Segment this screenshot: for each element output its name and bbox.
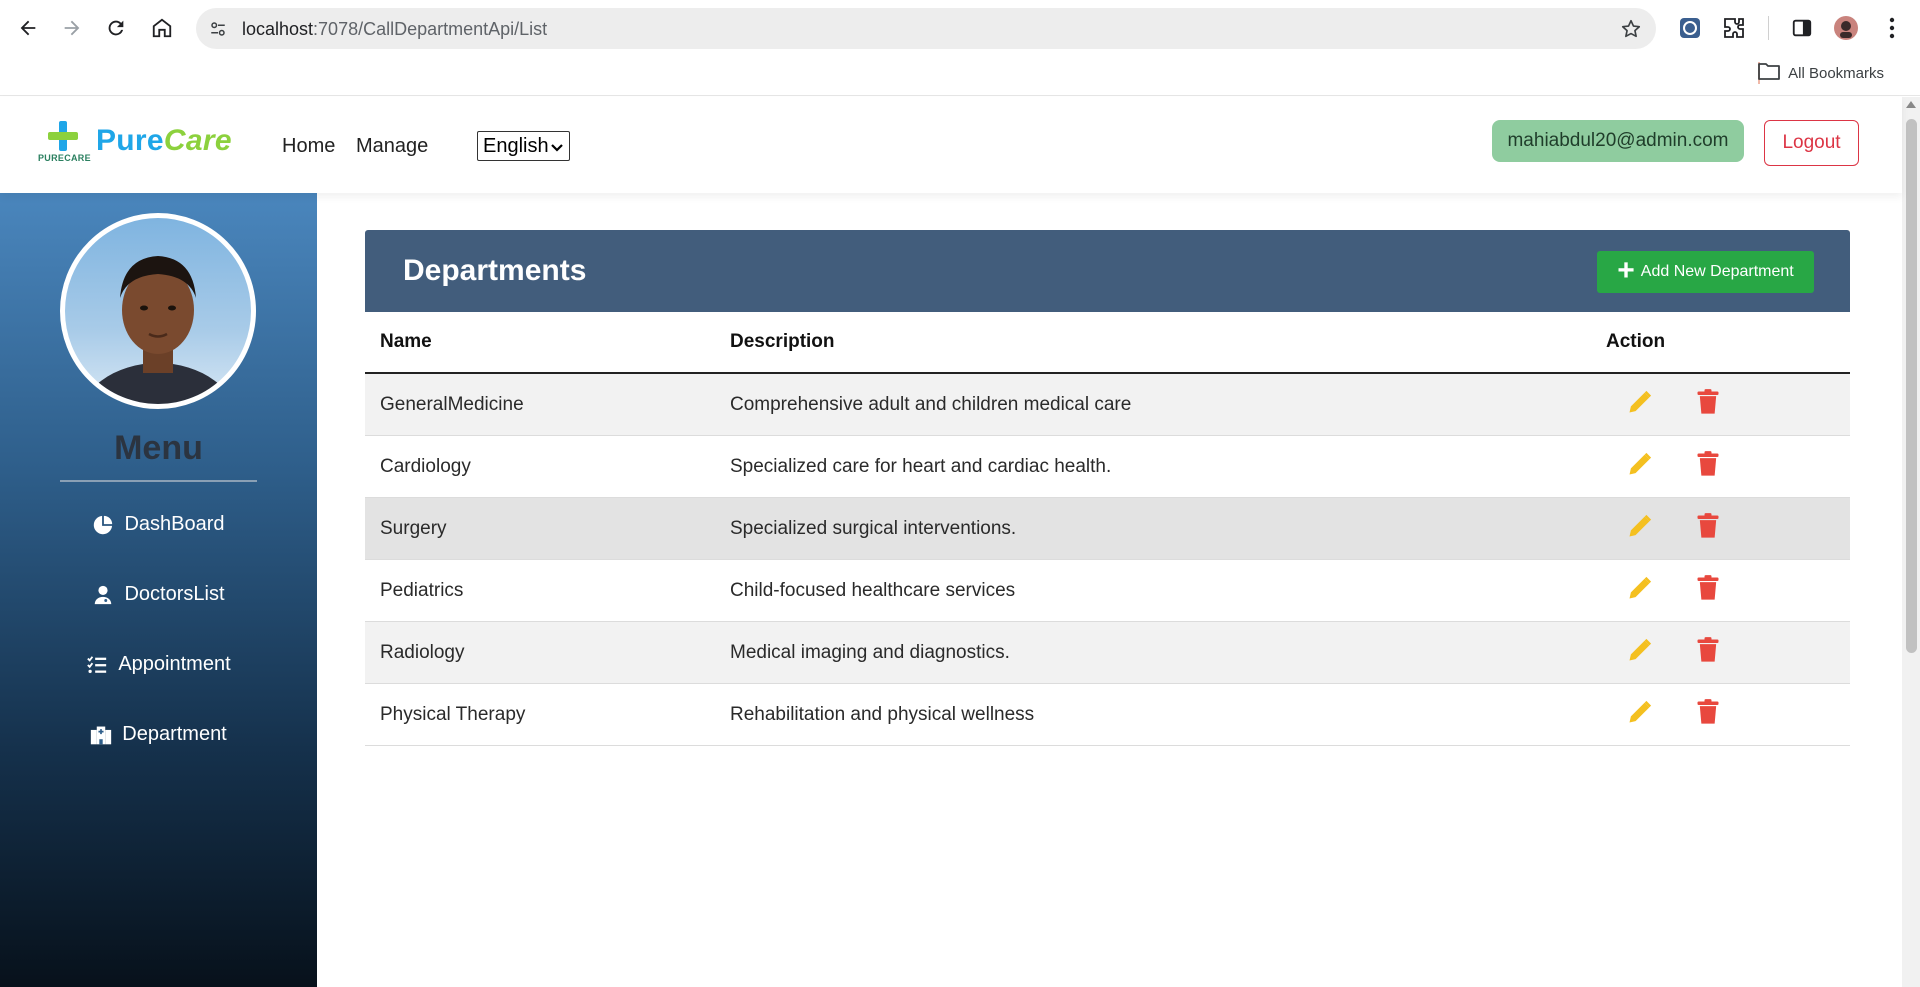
action-cell xyxy=(1591,559,1850,622)
menu-title: Menu xyxy=(114,429,203,467)
department-description: Medical imaging and diagnostics. xyxy=(715,621,1591,684)
bookmark-star-icon[interactable] xyxy=(1618,16,1644,42)
department-name: Surgery xyxy=(365,497,715,560)
language-select[interactable]: English xyxy=(477,131,570,161)
scroll-thumb[interactable] xyxy=(1906,119,1917,653)
action-cell xyxy=(1591,373,1850,436)
department-name: Cardiology xyxy=(365,435,715,498)
department-name: Physical Therapy xyxy=(365,683,715,746)
delete-trash-icon[interactable] xyxy=(1694,574,1722,608)
department-description: Rehabilitation and physical wellness xyxy=(715,683,1591,746)
edit-pencil-icon[interactable] xyxy=(1626,636,1654,670)
chevron-down-icon xyxy=(551,138,563,161)
pie-chart-icon xyxy=(94,515,113,534)
column-header-name: Name xyxy=(365,312,715,374)
address-bar[interactable]: localhost:7078/CallDepartmentApi/List xyxy=(196,8,1656,49)
department-description: Specialized care for heart and cardiac h… xyxy=(715,435,1591,498)
table-header-row: Name Description Action xyxy=(365,312,1850,374)
extensions-puzzle-icon[interactable] xyxy=(1718,12,1750,44)
sidebar-item-dashboard[interactable]: DashBoard xyxy=(0,513,317,536)
logo-cross-icon xyxy=(48,121,78,151)
profile-avatar-icon[interactable] xyxy=(1830,12,1862,44)
edit-pencil-icon[interactable] xyxy=(1626,574,1654,608)
table-row: Radiology Medical imaging and diagnostic… xyxy=(365,621,1850,684)
column-header-description: Description xyxy=(715,312,1591,374)
brand-name: PureCare xyxy=(96,124,232,157)
department-description: Child-focused healthcare services xyxy=(715,559,1591,622)
forward-icon[interactable] xyxy=(56,12,88,44)
brand-sub: PURECARE xyxy=(38,153,91,163)
all-bookmarks-label: All Bookmarks xyxy=(1788,64,1884,82)
department-name: Radiology xyxy=(365,621,715,684)
logout-button[interactable]: Logout xyxy=(1764,120,1859,166)
sidebar-item-appointment[interactable]: Appointment xyxy=(0,653,317,676)
plus-icon: + xyxy=(1617,253,1635,287)
all-bookmarks[interactable]: All Bookmarks xyxy=(1758,62,1884,84)
avatar xyxy=(60,213,256,409)
brand-logo[interactable]: PureCare PURECARE xyxy=(38,119,232,171)
nav-link-home[interactable]: Home xyxy=(282,135,335,158)
sidebar-item-label: DashBoard xyxy=(124,513,225,535)
table-row: GeneralMedicine Comprehensive adult and … xyxy=(365,373,1850,436)
extension-shield-icon[interactable] xyxy=(1674,12,1706,44)
delete-trash-icon[interactable] xyxy=(1694,450,1722,484)
sidebar-item-department[interactable]: Department xyxy=(0,723,317,746)
doctor-icon xyxy=(95,585,112,604)
table-row: Pediatrics Child-focused healthcare serv… xyxy=(365,559,1850,622)
sidebar-item-label: DoctorsList xyxy=(124,583,225,605)
table-row: Physical Therapy Rehabilitation and phys… xyxy=(365,683,1850,746)
language-value: English xyxy=(483,134,549,157)
edit-pencil-icon[interactable] xyxy=(1626,450,1654,484)
column-header-action: Action xyxy=(1591,312,1850,374)
nav-link-manage[interactable]: Manage xyxy=(356,135,428,158)
table-row: Cardiology Specialized care for heart an… xyxy=(365,435,1850,498)
sidebar-item-label: Department xyxy=(122,723,227,745)
add-department-button[interactable]: + Add New Department xyxy=(1597,251,1814,293)
menu-kebab-icon[interactable] xyxy=(1876,12,1908,44)
delete-trash-icon[interactable] xyxy=(1694,388,1722,422)
departments-table: Name Description Action GeneralMedicine … xyxy=(365,312,1850,746)
reload-icon[interactable] xyxy=(100,12,132,44)
edit-pencil-icon[interactable] xyxy=(1626,698,1654,732)
page-title: Departments xyxy=(403,254,587,287)
back-icon[interactable] xyxy=(12,12,44,44)
department-description: Comprehensive adult and children medical… xyxy=(715,373,1591,436)
app-navbar: PureCare PURECARE Home Manage English ma… xyxy=(0,97,1902,193)
menu-divider xyxy=(60,480,257,482)
user-email-badge: mahiabdul20@admin.com xyxy=(1492,120,1744,162)
list-check-icon xyxy=(87,655,107,673)
department-name: GeneralMedicine xyxy=(365,373,715,436)
home-icon[interactable] xyxy=(146,12,178,44)
toolbar-divider xyxy=(1768,16,1769,40)
sidebar: Menu DashBoard DoctorsList Appointment D… xyxy=(0,193,317,987)
site-settings-icon[interactable] xyxy=(206,17,230,41)
sidebar-item-doctorslist[interactable]: DoctorsList xyxy=(0,583,317,606)
action-cell xyxy=(1591,621,1850,684)
side-panel-icon[interactable] xyxy=(1786,12,1818,44)
folder-icon xyxy=(1758,62,1781,84)
hospital-icon xyxy=(91,726,112,744)
department-description: Specialized surgical interventions. xyxy=(715,497,1591,560)
url-text: localhost:7078/CallDepartmentApi/List xyxy=(242,19,548,39)
add-department-label: Add New Department xyxy=(1640,263,1794,280)
delete-trash-icon[interactable] xyxy=(1694,698,1722,732)
browser-toolbar: localhost:7078/CallDepartmentApi/List Al… xyxy=(0,0,1920,96)
table-row: Surgery Specialized surgical interventio… xyxy=(365,497,1850,560)
departments-header: Departments + Add New Department xyxy=(365,230,1850,312)
edit-pencil-icon[interactable] xyxy=(1626,512,1654,546)
department-name: Pediatrics xyxy=(365,559,715,622)
action-cell xyxy=(1591,435,1850,498)
action-cell xyxy=(1591,683,1850,746)
delete-trash-icon[interactable] xyxy=(1694,512,1722,546)
delete-trash-icon[interactable] xyxy=(1694,636,1722,670)
action-cell xyxy=(1591,497,1850,560)
sidebar-item-label: Appointment xyxy=(118,653,231,675)
scroll-up-arrow-icon[interactable] xyxy=(1906,101,1916,108)
page-scrollbar[interactable] xyxy=(1902,97,1920,987)
edit-pencil-icon[interactable] xyxy=(1626,388,1654,422)
